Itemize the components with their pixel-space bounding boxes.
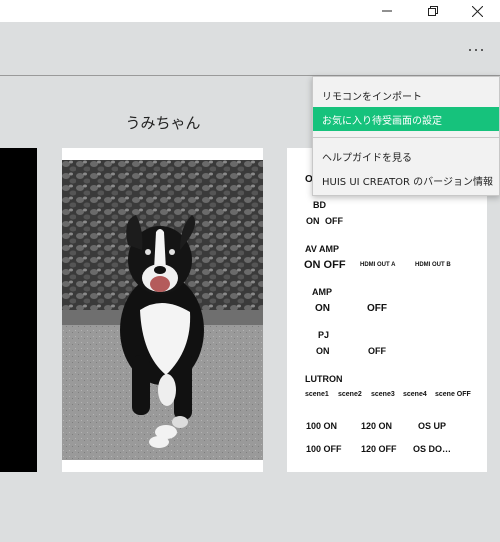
menu-item-version-info[interactable]: HUIS UI CREATOR のバージョン情報 bbox=[313, 168, 499, 192]
hdmi-out-a-button[interactable]: HDMI OUT A bbox=[360, 262, 395, 268]
pj-on-button[interactable]: ON bbox=[316, 346, 330, 356]
menu-item-import-remote[interactable]: リモコンをインポート bbox=[313, 83, 499, 107]
menu-item-help-guide[interactable]: ヘルプガイドを見る bbox=[313, 144, 499, 168]
shade-100-on-button[interactable]: 100 ON bbox=[306, 421, 337, 431]
hdmi-out-b-button[interactable]: HDMI OUT B bbox=[415, 262, 451, 268]
pj-off-button[interactable]: OFF bbox=[368, 346, 386, 356]
minimize-button[interactable] bbox=[364, 0, 410, 22]
bd-off-button[interactable]: OFF bbox=[325, 216, 343, 226]
menu-item-favorite-standby-settings[interactable]: お気に入り待受画面の設定 bbox=[313, 107, 499, 131]
app-header bbox=[0, 22, 500, 76]
bd-label: BD bbox=[313, 200, 326, 210]
os-down-button[interactable]: OS DO… bbox=[413, 444, 451, 454]
pj-label: PJ bbox=[318, 330, 330, 340]
lutron-scene-button[interactable]: scene4 bbox=[403, 391, 427, 398]
remote-preview-card[interactable]: O BD ON OFF AV AMP ON OFF HDMI OUT A HDM… bbox=[287, 148, 487, 472]
more-icon bbox=[469, 49, 471, 51]
wallpaper-card[interactable] bbox=[62, 148, 263, 472]
lutron-scene-button[interactable]: scene2 bbox=[338, 391, 362, 398]
av-amp-onoff-button[interactable]: ON OFF bbox=[304, 259, 346, 271]
restore-button[interactable] bbox=[410, 0, 456, 22]
dog-photo-image bbox=[62, 160, 263, 460]
overflow-menu: リモコンをインポート お気に入り待受画面の設定 ヘルプガイドを見る HUIS U… bbox=[312, 76, 500, 196]
bd-on-button[interactable]: ON bbox=[306, 216, 320, 226]
amp-off-button[interactable]: OFF bbox=[367, 303, 387, 314]
minimize-icon bbox=[382, 10, 392, 12]
lutron-scene-off-button[interactable]: scene OFF bbox=[435, 391, 471, 398]
close-button[interactable] bbox=[454, 0, 500, 22]
page-title: うみちゃん bbox=[125, 114, 201, 132]
restore-icon bbox=[427, 5, 438, 16]
shade-100-off-button[interactable]: 100 OFF bbox=[306, 444, 342, 454]
title-bar bbox=[0, 0, 500, 22]
dog-photo bbox=[62, 160, 263, 460]
os-up-button[interactable]: OS UP bbox=[418, 421, 446, 431]
lutron-scene-button[interactable]: scene3 bbox=[371, 391, 395, 398]
av-amp-label: AV AMP bbox=[305, 244, 340, 254]
shade-120-off-button[interactable]: 120 OFF bbox=[361, 444, 397, 454]
amp-label: AMP bbox=[312, 287, 332, 297]
lutron-scene-button[interactable]: scene1 bbox=[305, 391, 329, 398]
lutron-label: LUTRON bbox=[305, 374, 343, 384]
more-button[interactable] bbox=[464, 40, 488, 60]
previous-page-panel[interactable] bbox=[0, 148, 37, 472]
close-icon bbox=[471, 5, 483, 17]
amp-on-button[interactable]: ON bbox=[315, 303, 330, 314]
shade-120-on-button[interactable]: 120 ON bbox=[361, 421, 392, 431]
menu-divider bbox=[313, 137, 499, 138]
